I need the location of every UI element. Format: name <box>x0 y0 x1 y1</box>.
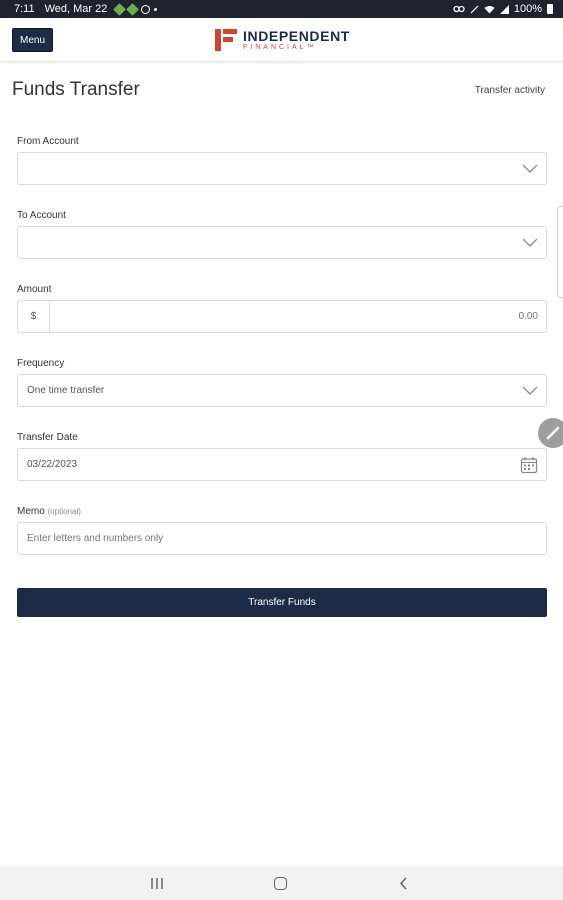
memo-field <box>17 522 547 555</box>
back-icon[interactable] <box>398 877 410 890</box>
dot-icon <box>154 7 158 11</box>
chevron-down-icon <box>522 238 538 247</box>
battery-text: 100% <box>513 3 542 15</box>
from-account-label: From Account <box>17 136 79 147</box>
frequency-label: Frequency <box>17 358 65 369</box>
android-nav-bar <box>0 866 563 900</box>
android-icon <box>113 2 127 16</box>
mute-icon <box>470 5 479 13</box>
wifi-icon <box>484 5 495 13</box>
independent-financial-logo[interactable]: INDEPENDENT FINANCIAL™ <box>215 28 350 52</box>
logo-mark-icon <box>215 29 237 51</box>
memo-label-text: Memo <box>17 506 45 517</box>
app-header: Menu INDEPENDENT FINANCIAL™ <box>0 18 563 62</box>
notification-icons <box>113 2 158 16</box>
edit-button[interactable] <box>538 418 563 448</box>
battery-icon <box>547 4 553 14</box>
transfer-date-label: Transfer Date <box>17 432 78 443</box>
side-drawer-handle[interactable] <box>557 206 563 298</box>
transfer-date-field[interactable]: 03/22/2023 <box>17 448 547 481</box>
transfer-date-value: 03/22/2023 <box>27 459 78 470</box>
frequency-select[interactable]: One time transfer <box>17 374 547 407</box>
memo-input[interactable] <box>18 523 546 554</box>
status-bar: 7:11 Wed, Mar 22 100% <box>0 0 563 18</box>
chevron-down-icon <box>522 386 538 395</box>
menu-button[interactable]: Menu <box>12 28 53 52</box>
amount-label: Amount <box>17 284 52 295</box>
memo-optional-text: (optional) <box>47 507 81 516</box>
sync-icon <box>141 4 151 14</box>
from-account-select[interactable] <box>17 152 547 185</box>
logo-text: INDEPENDENT FINANCIAL™ <box>243 29 350 51</box>
to-account-select[interactable] <box>17 226 547 259</box>
link-icon <box>453 5 465 13</box>
amount-input[interactable] <box>50 301 546 332</box>
pencil-icon <box>546 426 560 440</box>
transfer-activity-link[interactable]: Transfer activity <box>475 85 545 96</box>
page-title: Funds Transfer <box>12 79 140 100</box>
transfer-funds-button[interactable]: Transfer Funds <box>17 588 547 617</box>
signal-icon <box>499 4 509 14</box>
frequency-value: One time transfer <box>27 385 105 396</box>
system-icons: 100% <box>453 3 553 15</box>
memo-label: Memo (optional) <box>17 506 81 517</box>
status-date: Wed, Mar 22 <box>44 3 108 15</box>
to-account-label: To Account <box>17 210 66 221</box>
recents-icon[interactable] <box>150 878 164 889</box>
currency-symbol: $ <box>18 301 50 332</box>
status-time: 7:11 <box>14 3 35 15</box>
home-icon[interactable] <box>274 877 287 890</box>
android-icon <box>126 2 140 16</box>
logo-main-text: INDEPENDENT <box>243 28 350 44</box>
amount-field: $ <box>17 300 547 333</box>
chevron-down-icon <box>522 164 538 173</box>
logo-sub-text: FINANCIAL™ <box>243 44 317 51</box>
calendar-icon[interactable] <box>520 456 538 474</box>
